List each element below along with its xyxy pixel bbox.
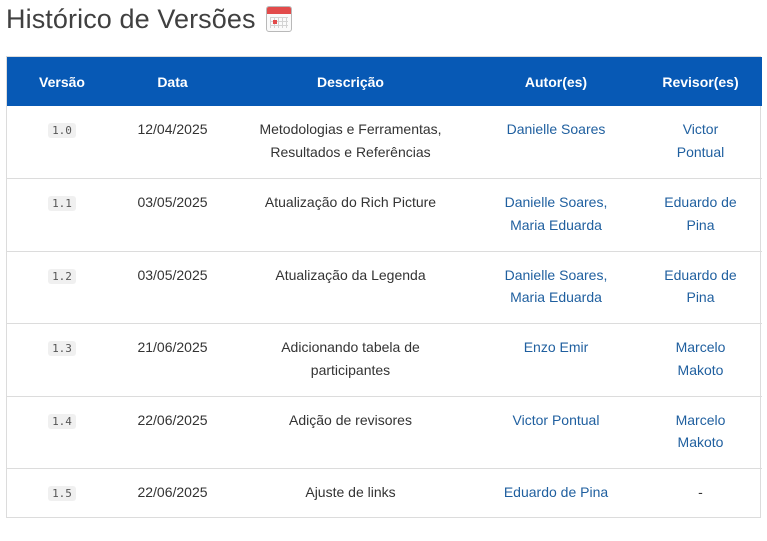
reviewer-link[interactable]: Marcelo (647, 409, 754, 432)
reviewers-cell: Eduardo dePina (639, 251, 762, 324)
date-cell: 12/04/2025 (117, 106, 228, 179)
author-link[interactable]: Danielle Soares, (481, 264, 631, 287)
reviewers-cell: MarceloMakoto (639, 324, 762, 397)
description-line: Metodologias e Ferramentas, (236, 118, 465, 141)
version-code: 1.0 (48, 123, 76, 138)
version-cell: 1.4 (7, 396, 117, 469)
authors-cell: Danielle Soares,Maria Eduarda (473, 251, 639, 324)
reviewers-cell: MarceloMakoto (639, 396, 762, 469)
header-version: Versão (7, 57, 117, 106)
reviewer-link[interactable]: Eduardo de (647, 264, 754, 287)
version-code: 1.1 (48, 196, 76, 211)
authors-cell: Eduardo de Pina (473, 469, 639, 541)
table-row: 1.1 03/05/2025 Atualização do Rich Picture… (7, 179, 762, 252)
table-row: 1.4 22/06/2025 Adição de revisores Victor P… (7, 396, 762, 469)
reviewer-link[interactable]: Eduardo de (647, 191, 754, 214)
reviewer-link[interactable]: Pina (647, 286, 754, 309)
version-history-table: Versão Data Descrição Autor(es) Revisor(… (6, 56, 761, 518)
header-reviewers: Revisor(es) (639, 57, 762, 106)
author-link[interactable]: Maria Eduarda (481, 286, 631, 309)
header-description: Descrição (228, 57, 473, 106)
table-row: 1.012/04/2025Metodologias e Ferramentas,… (7, 106, 762, 179)
authors-cell: Danielle Soares,Maria Eduarda (473, 179, 639, 252)
version-code: 1.3 (48, 341, 76, 356)
authors-cell: Enzo Emir (473, 324, 639, 397)
reviewers-cell: - (639, 469, 762, 541)
description-line: Atualização da Legenda (236, 264, 465, 287)
reviewer-link[interactable]: Marcelo (647, 336, 754, 359)
description-cell: Metodologias e Ferramentas,Resultados e … (228, 106, 473, 179)
page-title: Histórico de Versões (6, 4, 256, 35)
table-row: 1.321/06/2025Adicionando tabela departic… (7, 324, 762, 397)
description-line: Adição de revisores (236, 409, 465, 432)
header-date: Data (117, 57, 228, 106)
authors-cell: Victor Pontual (473, 396, 639, 469)
calendar-icon (266, 6, 292, 32)
description-cell: Atualização da Legenda (228, 251, 473, 324)
date-cell: 21/06/2025 (117, 324, 228, 397)
description-line: Adicionando tabela de (236, 336, 465, 359)
description-line: participantes (236, 359, 465, 382)
author-link[interactable]: Maria Eduarda (481, 214, 631, 237)
reviewer-link[interactable]: Pontual (647, 141, 754, 164)
date-cell: 22/06/2025 (117, 396, 228, 469)
author-link[interactable]: Eduardo de Pina (481, 481, 631, 504)
version-cell: 1.5 (7, 469, 117, 541)
reviewer-text: - (647, 481, 754, 504)
reviewers-cell: Eduardo dePina (639, 179, 762, 252)
description-line: Resultados e Referências (236, 141, 465, 164)
version-cell: 1.1 (7, 179, 117, 252)
author-link[interactable]: Danielle Soares, (481, 191, 631, 214)
table-header-row: Versão Data Descrição Autor(es) Revisor(… (7, 57, 762, 106)
reviewer-link[interactable]: Makoto (647, 359, 754, 382)
table-row: 1.2 03/05/2025 Atualização da Legenda Danie… (7, 251, 762, 324)
author-link[interactable]: Danielle Soares (481, 118, 631, 141)
description-line: Ajuste de links (236, 481, 465, 504)
author-link[interactable]: Enzo Emir (481, 336, 631, 359)
reviewers-cell: VictorPontual (639, 106, 762, 179)
reviewer-link[interactable]: Victor (647, 118, 754, 141)
description-cell: Ajuste de links (228, 469, 473, 541)
authors-cell: Danielle Soares (473, 106, 639, 179)
version-code: 1.2 (48, 269, 76, 284)
version-cell: 1.2 (7, 251, 117, 324)
description-line: Atualização do Rich Picture (236, 191, 465, 214)
version-code: 1.4 (48, 414, 76, 429)
date-cell: 03/05/2025 (117, 251, 228, 324)
table-row: 1.5 22/06/2025 Ajuste de links Eduardo de P… (7, 469, 762, 541)
author-link[interactable]: Victor Pontual (481, 409, 631, 432)
title-row: Histórico de Versões (6, 2, 292, 36)
table-body: 1.012/04/2025Metodologias e Ferramentas,… (7, 106, 762, 541)
description-cell: Atualização do Rich Picture (228, 179, 473, 252)
header-authors: Autor(es) (473, 57, 639, 106)
date-cell: 03/05/2025 (117, 179, 228, 252)
reviewer-link[interactable]: Pina (647, 214, 754, 237)
description-cell: Adição de revisores (228, 396, 473, 469)
version-cell: 1.3 (7, 324, 117, 397)
version-cell: 1.0 (7, 106, 117, 179)
description-cell: Adicionando tabela departicipantes (228, 324, 473, 397)
date-cell: 22/06/2025 (117, 469, 228, 541)
reviewer-link[interactable]: Makoto (647, 431, 754, 454)
version-code: 1.5 (48, 486, 76, 501)
